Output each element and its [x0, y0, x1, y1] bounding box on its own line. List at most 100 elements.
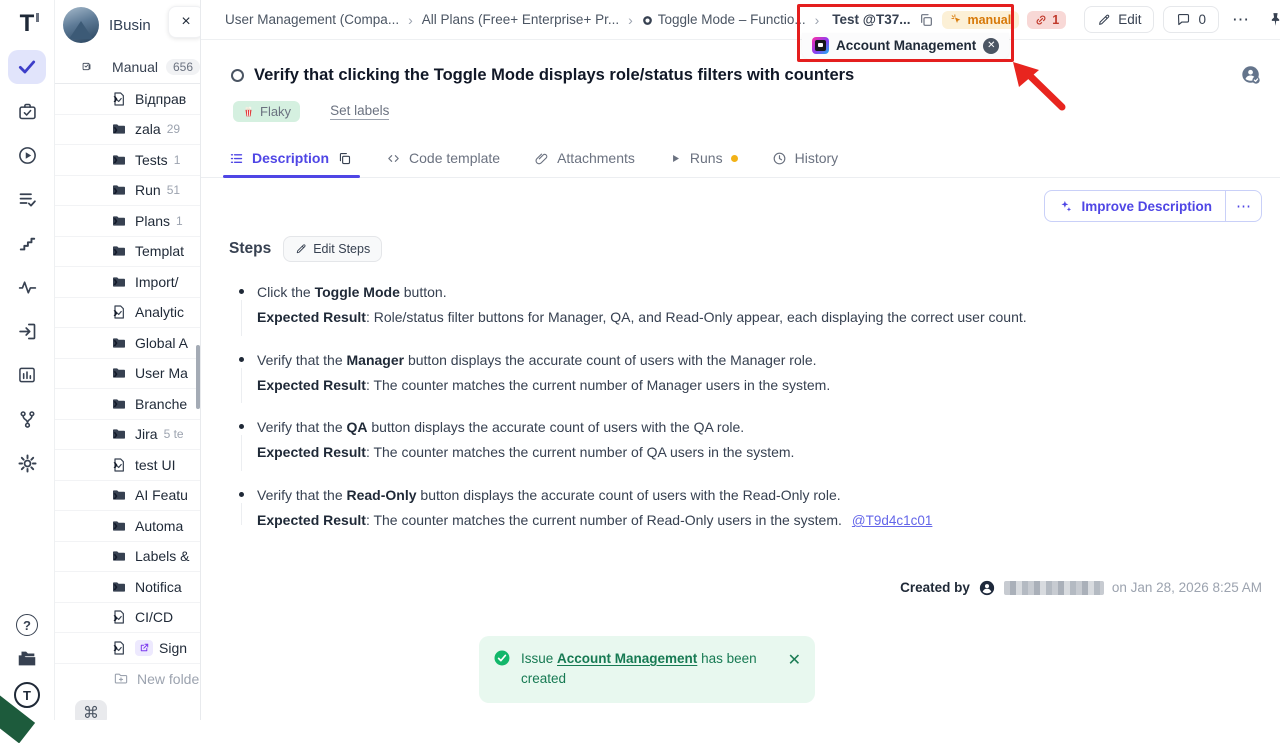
- rail-item-analytics[interactable]: [8, 270, 46, 304]
- breadcrumb-plan[interactable]: All Plans (Free+ Enterprise+ Pr...: [422, 12, 619, 27]
- tree-item-label: Plans: [135, 213, 170, 229]
- new-folder-button[interactable]: New folder: [55, 664, 200, 695]
- flaky-label: Flaky: [260, 104, 291, 119]
- chevron-right-icon[interactable]: ›: [113, 334, 118, 351]
- tab-runs[interactable]: Runs: [669, 150, 738, 177]
- improve-more-button[interactable]: ⋯: [1225, 191, 1261, 221]
- project-avatar[interactable]: [63, 7, 99, 43]
- toast-close-button[interactable]: ✕: [788, 650, 801, 670]
- rail-item-runs[interactable]: [8, 138, 46, 172]
- chevron-right-icon[interactable]: ›: [113, 639, 118, 656]
- tree-item-run[interactable]: ›Run51: [55, 176, 200, 207]
- tree-item-global[interactable]: › Global A: [55, 328, 200, 359]
- rail-item-plans[interactable]: [8, 182, 46, 216]
- manual-type-badge[interactable]: manual: [942, 11, 1019, 29]
- tree-item-cicd[interactable]: ›CI/CD: [55, 603, 200, 634]
- tree-item-tests[interactable]: ›Tests1: [55, 145, 200, 176]
- set-labels-link[interactable]: Set labels: [330, 103, 389, 120]
- tree-item-label: Global A: [135, 335, 188, 351]
- rail-item-tests[interactable]: [8, 50, 46, 84]
- breadcrumb-project[interactable]: User Management (Compa...: [225, 12, 399, 27]
- tree-item-label: Run: [135, 182, 161, 198]
- chevron-right-icon[interactable]: ›: [113, 121, 118, 138]
- remove-tag-icon[interactable]: ✕: [983, 38, 999, 54]
- tab-code-template[interactable]: Code template: [386, 150, 500, 177]
- profile-logo-icon[interactable]: T: [14, 682, 40, 708]
- step-item: Click the Toggle Mode button. Expected R…: [257, 282, 1240, 328]
- chevron-right-icon[interactable]: ›: [113, 578, 118, 595]
- view-selector[interactable]: Manual 656: [55, 50, 200, 84]
- chevron-right-icon[interactable]: ›: [113, 304, 118, 321]
- chevron-right-icon[interactable]: ›: [113, 243, 118, 260]
- edit-steps-label: Edit Steps: [313, 242, 370, 256]
- rail-item-steps[interactable]: [8, 226, 46, 260]
- test-id[interactable]: Test @T37...: [832, 12, 910, 27]
- tree-item-test-ui[interactable]: ›test UI: [55, 450, 200, 481]
- edit-steps-button[interactable]: Edit Steps: [283, 236, 382, 262]
- tree-item-user-management[interactable]: ›User Ma: [55, 359, 200, 390]
- folder-plus-icon: [113, 671, 129, 686]
- tab-description[interactable]: Description: [229, 150, 352, 177]
- tab-attachments[interactable]: Attachments: [534, 150, 635, 177]
- improve-description-button[interactable]: Improve Description: [1045, 191, 1225, 221]
- testomat-logo[interactable]: T: [20, 10, 35, 38]
- rail-item-settings[interactable]: [8, 446, 46, 480]
- copy-icon[interactable]: [918, 12, 934, 28]
- chevron-right-icon[interactable]: ›: [113, 456, 118, 473]
- tree-item-notifications[interactable]: ›Notifica: [55, 572, 200, 603]
- projects-folders-icon[interactable]: [16, 648, 38, 670]
- chevron-right-icon[interactable]: ›: [113, 182, 118, 199]
- chevron-right-icon[interactable]: ›: [113, 151, 118, 168]
- copy-icon[interactable]: [337, 151, 352, 166]
- tree-item-ai-features[interactable]: ›AI Featu: [55, 481, 200, 512]
- keyboard-shortcut-badge[interactable]: ⌘: [75, 700, 107, 720]
- tree-item-zala[interactable]: ›zala29: [55, 115, 200, 146]
- chevron-right-icon[interactable]: ›: [113, 517, 118, 534]
- tree-item-label: Jira: [135, 426, 158, 442]
- tree-item-labels[interactable]: ›Labels &: [55, 542, 200, 573]
- rail-item-reports[interactable]: [8, 358, 46, 392]
- edit-button[interactable]: Edit: [1084, 6, 1154, 33]
- tree-item-count: 5 te: [164, 427, 184, 441]
- tab-history[interactable]: History: [772, 150, 839, 177]
- rail-item-import[interactable]: [8, 314, 46, 348]
- tree-item-templates[interactable]: ›Templat: [55, 237, 200, 268]
- chevron-right-icon[interactable]: ›: [113, 548, 118, 565]
- tree-item-automation[interactable]: ›Automa: [55, 511, 200, 542]
- tree-item-import[interactable]: ›Import/: [55, 267, 200, 298]
- chevron-right-icon[interactable]: ›: [113, 90, 118, 107]
- comments-button[interactable]: 0: [1163, 6, 1219, 33]
- step-action: Verify that the Read-Only button display…: [257, 485, 1240, 505]
- tree-item-jira[interactable]: › Jira 5 te: [55, 420, 200, 451]
- tree-item-analytics[interactable]: ›Analytic: [55, 298, 200, 329]
- stairs-icon: [18, 234, 37, 253]
- pin-button[interactable]: [1263, 11, 1280, 28]
- chevron-right-icon[interactable]: ›: [113, 365, 118, 382]
- linked-issue-tag[interactable]: Account Management ✕: [802, 33, 1009, 59]
- new-folder-label: New folder: [137, 671, 200, 687]
- tree-item-sign[interactable]: ›Sign: [55, 633, 200, 664]
- chevron-right-icon[interactable]: ›: [113, 212, 118, 229]
- chevron-right-icon[interactable]: ›: [113, 273, 118, 290]
- chevron-right-icon[interactable]: ›: [113, 426, 118, 443]
- project-name: IBusin: [109, 17, 151, 34]
- rail-item-branches[interactable]: [8, 402, 46, 436]
- app-rail: T ? T: [0, 0, 55, 720]
- linked-issues-badge[interactable]: 1: [1027, 11, 1066, 29]
- tree-item-vidprav[interactable]: ›Відправ: [55, 84, 200, 115]
- toast-issue-link[interactable]: Account Management: [557, 651, 697, 666]
- more-actions-button[interactable]: ⋯: [1228, 10, 1254, 30]
- flaky-badge[interactable]: Flaky: [233, 101, 300, 122]
- tree-item-branches[interactable]: ›Branche: [55, 389, 200, 420]
- chevron-right-icon[interactable]: ›: [113, 395, 118, 412]
- help-button[interactable]: ?: [16, 614, 38, 636]
- assignee-person-check-icon[interactable]: [1240, 64, 1262, 86]
- rail-item-suites[interactable]: [8, 94, 46, 128]
- sidebar-close-button[interactable]: ×: [168, 6, 200, 38]
- breadcrumb-suite[interactable]: Toggle Mode – Functio...: [642, 12, 806, 27]
- test-reference-link[interactable]: @T9d4c1c01: [852, 513, 933, 528]
- test-status-circle[interactable]: [231, 69, 244, 82]
- chevron-right-icon[interactable]: ›: [113, 609, 118, 626]
- tree-item-plans[interactable]: ›Plans1: [55, 206, 200, 237]
- chevron-right-icon[interactable]: ›: [113, 487, 118, 504]
